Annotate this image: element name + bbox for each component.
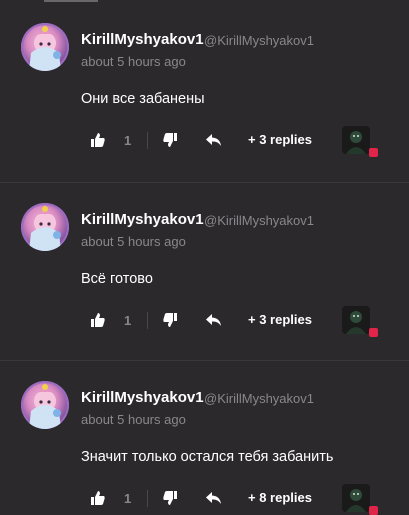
replier-avatar[interactable] xyxy=(342,306,370,334)
comment-text: Всё готово xyxy=(81,271,153,287)
thumbs-up-icon[interactable] xyxy=(89,311,107,329)
user-avatar[interactable] xyxy=(21,23,69,71)
comment-text: Они все забанены xyxy=(81,91,205,107)
timestamp[interactable]: about 5 hours ago xyxy=(81,234,186,249)
thumbs-up-icon[interactable] xyxy=(89,489,107,507)
unread-badge xyxy=(369,506,378,515)
comment-text: Значит только остался тебя забанить xyxy=(81,449,334,465)
comment-item: KirillMyshyakov1 @KirillMyshyakov1 about… xyxy=(0,360,409,515)
user-avatar[interactable] xyxy=(21,381,69,429)
replier-avatar[interactable] xyxy=(342,484,370,512)
reply-arrow-icon[interactable] xyxy=(205,131,223,149)
timestamp[interactable]: about 5 hours ago xyxy=(81,412,186,427)
thumbs-down-icon[interactable] xyxy=(161,131,179,149)
thumbs-down-icon[interactable] xyxy=(161,489,179,507)
like-count: 1 xyxy=(124,133,132,148)
comment-feed: KirillMyshyakov1 @KirillMyshyakov1 about… xyxy=(0,0,409,515)
comment-actions: 1 + 8 replies xyxy=(0,484,409,515)
view-replies-link[interactable]: + 3 replies xyxy=(248,312,312,327)
username[interactable]: KirillMyshyakov1 xyxy=(81,31,204,48)
unread-badge xyxy=(369,148,378,157)
action-divider xyxy=(147,490,148,507)
username[interactable]: KirillMyshyakov1 xyxy=(81,389,204,406)
action-divider xyxy=(147,312,148,329)
thumbs-down-icon[interactable] xyxy=(161,311,179,329)
reply-arrow-icon[interactable] xyxy=(205,489,223,507)
view-replies-link[interactable]: + 3 replies xyxy=(248,132,312,147)
view-replies-link[interactable]: + 8 replies xyxy=(248,490,312,505)
comment-item: KirillMyshyakov1 @KirillMyshyakov1 about… xyxy=(0,3,409,181)
user-avatar[interactable] xyxy=(21,203,69,251)
timestamp[interactable]: about 5 hours ago xyxy=(81,54,186,69)
user-handle[interactable]: @KirillMyshyakov1 xyxy=(204,33,314,48)
active-tab-indicator xyxy=(44,0,98,2)
username[interactable]: KirillMyshyakov1 xyxy=(81,211,204,228)
user-handle[interactable]: @KirillMyshyakov1 xyxy=(204,213,314,228)
comment-item: KirillMyshyakov1 @KirillMyshyakov1 about… xyxy=(0,182,409,361)
reply-arrow-icon[interactable] xyxy=(205,311,223,329)
unread-badge xyxy=(369,328,378,337)
comment-actions: 1 + 3 replies xyxy=(0,306,409,337)
like-count: 1 xyxy=(124,313,132,328)
thumbs-up-icon[interactable] xyxy=(89,131,107,149)
replier-avatar[interactable] xyxy=(342,126,370,154)
like-count: 1 xyxy=(124,491,132,506)
user-handle[interactable]: @KirillMyshyakov1 xyxy=(204,391,314,406)
action-divider xyxy=(147,132,148,149)
comment-actions: 1 + 3 replies xyxy=(0,126,409,157)
